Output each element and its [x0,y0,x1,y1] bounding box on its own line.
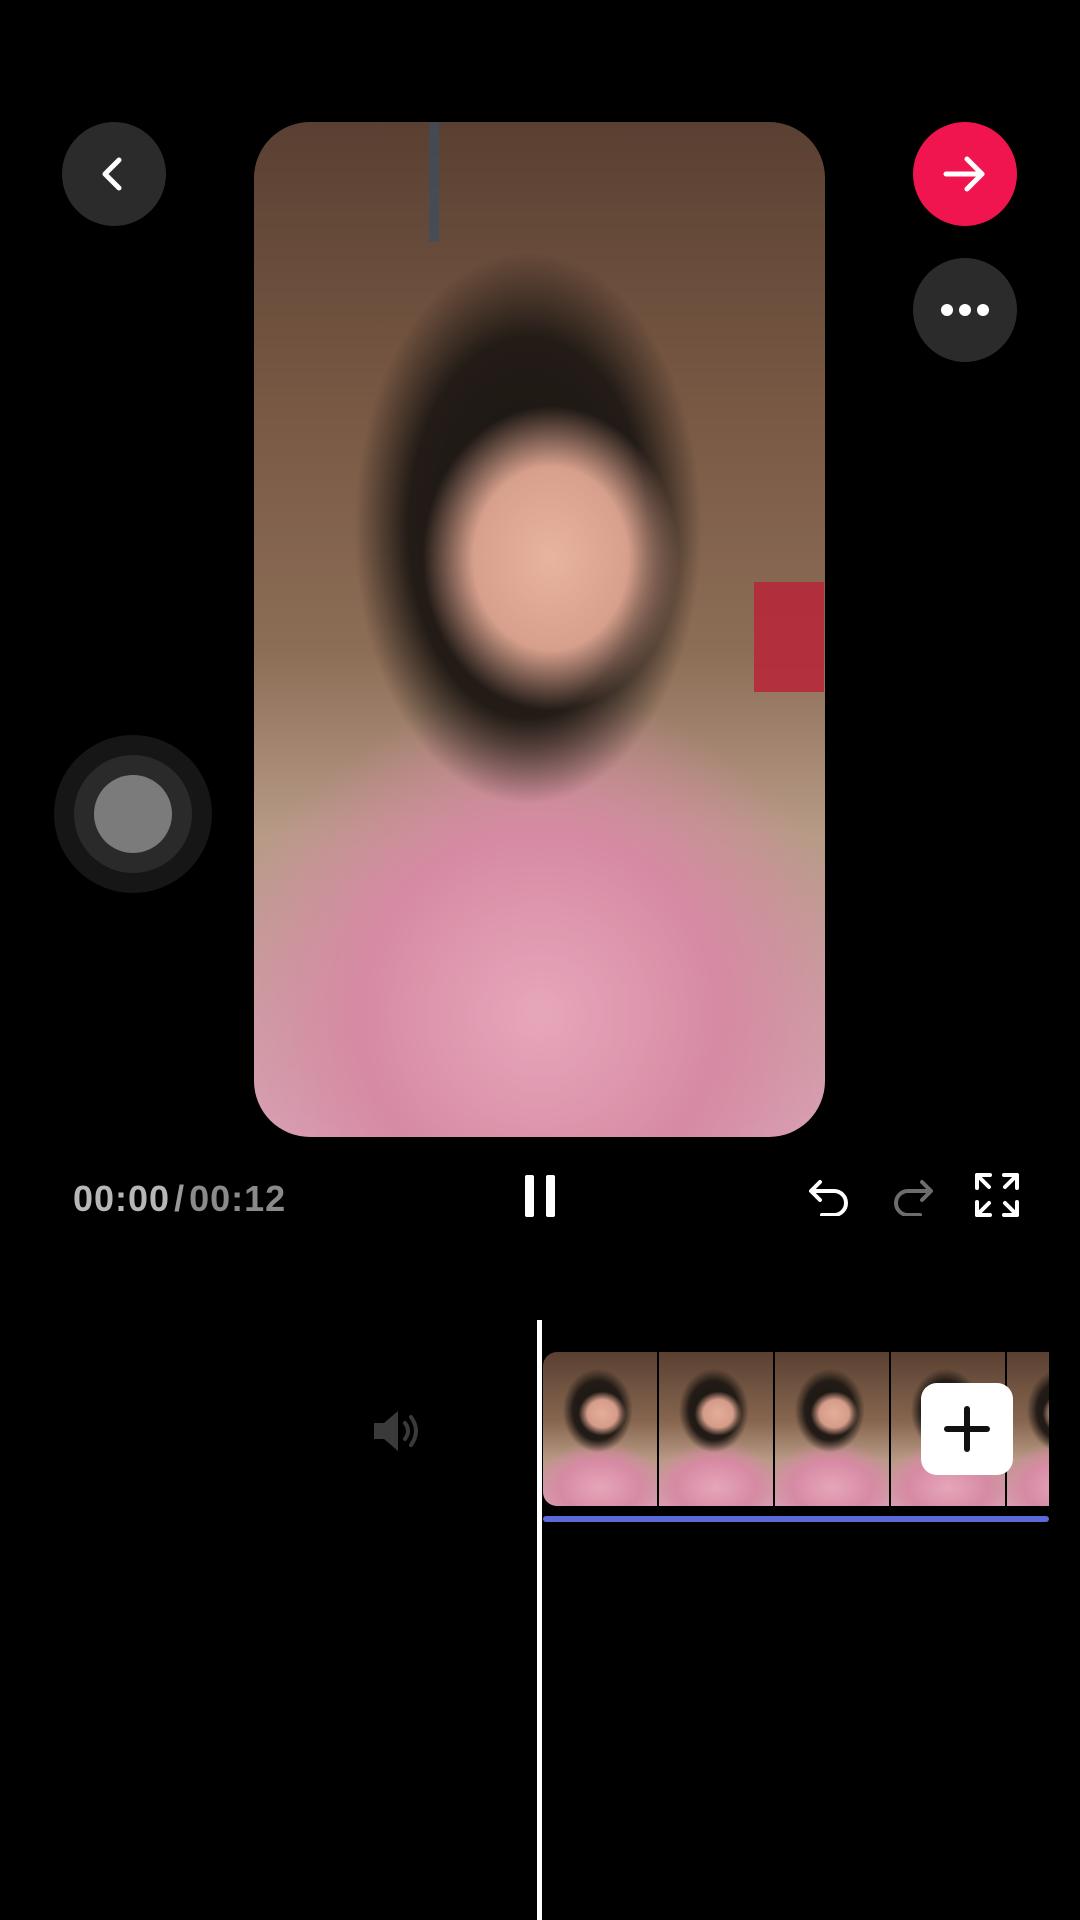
redo-button[interactable] [888,1170,938,1220]
pause-icon [525,1175,555,1217]
add-clip-button[interactable] [921,1383,1013,1475]
time-separator: / [174,1178,186,1219]
next-button[interactable] [913,122,1017,226]
fullscreen-icon [975,1173,1019,1217]
more-options-button[interactable] [913,258,1017,362]
record-button-core [94,775,172,853]
back-button[interactable] [62,122,166,226]
fullscreen-button[interactable] [972,1170,1022,1220]
speaker-icon [374,1411,418,1451]
background-detail [429,122,439,242]
undo-button[interactable] [804,1170,854,1220]
current-time: 00:00 [73,1178,171,1219]
clip-thumbnail [1007,1352,1049,1506]
clip-thumbnail [659,1352,773,1506]
chevron-left-icon [102,157,122,191]
pause-button[interactable] [515,1168,565,1224]
audio-track-line [543,1516,1049,1522]
plus-icon [944,1406,990,1452]
undo-icon [809,1180,848,1216]
clip-thumbnail [543,1352,657,1506]
record-button-ring [74,755,192,873]
ellipsis-icon [941,304,989,316]
video-preview[interactable] [254,122,825,1137]
background-detail [754,582,824,692]
total-time: 00:12 [189,1178,287,1219]
time-display: 00:00/00:12 [73,1178,286,1220]
audio-toggle-button[interactable] [370,1405,422,1457]
playhead[interactable] [537,1320,542,1920]
arrow-right-icon [943,156,985,192]
record-button[interactable] [54,735,212,893]
redo-icon [894,1180,933,1216]
clip-thumbnail [775,1352,889,1506]
